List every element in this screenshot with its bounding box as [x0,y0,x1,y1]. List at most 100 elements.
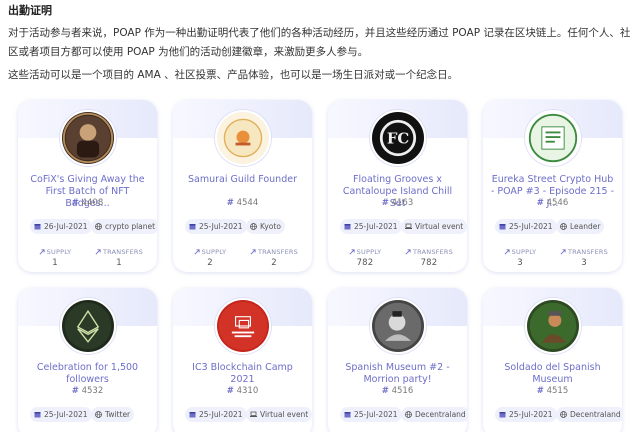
location-chip: Decentraland [401,407,467,422]
poap-badge-image[interactable] [214,110,271,166]
poap-id-value: 4516 [391,386,414,396]
supply-stat: SUPPLY 1 [24,248,86,268]
date-chip: 25-Jul-2021 [495,219,557,234]
transfers-stat: TRANSFERS 1 [88,248,150,268]
date-value: 25-Jul-2021 [354,222,398,231]
location-chip: Virtual event [401,219,467,234]
transfers-value: 2 [271,258,277,268]
poap-card[interactable]: CoFiX's Giving Away the First Batch of N… [18,100,157,272]
supply-icon [349,248,357,256]
poap-card[interactable]: IC3 Blockchain Camp 2021 # 4310 25-Jul-202… [173,288,312,432]
location-chip: Leander [556,219,605,234]
date-chip: 25-Jul-2021 [185,219,247,234]
poap-badge-image[interactable] [524,110,581,166]
article-paragraph-1: 对于活动参与者来说，POAP 作为一种出勤证明代表了他们的各种活动经历，并且这些… [8,27,631,58]
supply-icon [194,248,202,256]
supply-value: 3 [517,258,523,268]
transfers-stat: TRANSFERS 2 [243,248,305,268]
transfers-value: 3 [581,258,587,268]
poap-id-value: 4546 [546,198,569,208]
transfers-icon [95,248,103,256]
poap-id: # 4515 [536,386,569,396]
location-chip: Decentraland [556,407,622,422]
date-value: 25-Jul-2021 [509,410,553,419]
transfers-icon [560,248,568,256]
supply-stat: SUPPLY 782 [334,248,396,268]
supply-icon [504,248,512,256]
supply-label: SUPPLY [46,248,72,256]
transfers-label: TRANSFERS [413,248,453,256]
poap-id: # 4516 [381,386,414,396]
poap-badge-image[interactable] [59,298,116,354]
poap-id: # 4532 [71,386,104,396]
date-value: 25-Jul-2021 [44,410,88,419]
date-value: 25-Jul-2021 [509,222,553,231]
location-value: Virtual event [415,222,464,231]
poap-card[interactable]: Samurai Guild Founder # 4544 25-Jul-2021 Ky… [173,100,312,272]
date-chip: 25-Jul-2021 [30,407,92,422]
poap-badge-image[interactable] [369,298,426,354]
transfers-label: TRANSFERS [258,248,298,256]
supply-stat: SUPPLY 2 [179,248,241,268]
transfers-value: 1 [116,258,122,268]
poap-card[interactable]: FC Floating Grooves x Cantaloupe Island C… [328,100,467,272]
poap-id-value: 4310 [236,386,259,396]
poap-badge-image[interactable] [524,298,581,354]
location-value: Twitter [105,410,131,419]
supply-value: 2 [207,258,213,268]
date-chip: 25-Jul-2021 [340,219,402,234]
location-value: Decentraland [415,410,466,419]
supply-value: 1 [52,258,58,268]
date-value: 25-Jul-2021 [199,410,243,419]
transfers-icon [250,248,258,256]
transfers-stat: TRANSFERS 782 [398,248,460,268]
poap-id: # 4546 [536,198,569,208]
location-value: Kyoto [260,222,281,231]
supply-value: 782 [356,258,374,268]
location-chip: Virtual event [246,407,312,422]
article-heading: 出勤证明 [8,4,52,17]
poap-id-value: 4532 [81,386,104,396]
location-value: crypto planet [105,222,156,231]
poap-title[interactable]: Soldado del Spanish Museum [489,362,616,386]
supply-label: SUPPLY [511,248,537,256]
poap-badge-image[interactable] [59,110,116,166]
date-chip: 25-Jul-2021 [495,407,557,422]
poap-id: # 4163 [381,198,414,208]
location-chip: Twitter [91,407,135,422]
poap-id-value: 4544 [236,198,259,208]
supply-icon [39,248,47,256]
date-chip: 25-Jul-2021 [340,407,402,422]
transfers-label: TRANSFERS [568,248,608,256]
poap-badge-image[interactable]: FC [369,110,426,166]
poap-title[interactable]: Samurai Guild Founder [179,174,306,186]
date-chip: 26-Jul-2021 [30,219,92,234]
location-value: Leander [570,222,601,231]
poap-title[interactable]: Spanish Museum #2 - Morrion party! [334,362,461,386]
date-chip: 25-Jul-2021 [185,407,247,422]
poap-card[interactable]: Eureka Street Crypto Hub - POAP #3 - Epi… [483,100,622,272]
poap-title[interactable]: Celebration for 1,500 followers [24,362,151,386]
poap-card[interactable]: Soldado del Spanish Museum # 4515 25-Jul-2… [483,288,622,432]
location-chip: Kyoto [246,219,285,234]
poap-id: # 4310 [226,386,259,396]
svg-text:FC: FC [386,130,409,148]
date-value: 25-Jul-2021 [199,222,243,231]
poap-id-value: 4163 [391,198,414,208]
article-paragraph-2: 这些活动可以是一个项目的 AMA 、社区投票、产品体验，也可以是一场生日派对或一… [8,69,459,81]
poap-card[interactable]: Spanish Museum #2 - Morrion party! # 4516… [328,288,467,432]
poap-badge-image[interactable] [214,298,271,354]
transfers-icon [405,248,413,256]
poap-id: # 4408 [71,198,104,208]
poap-card[interactable]: Celebration for 1,500 followers # 4532 25-… [18,288,157,432]
supply-label: SUPPLY [201,248,227,256]
poap-title[interactable]: IC3 Blockchain Camp 2021 [179,362,306,386]
date-value: 26-Jul-2021 [44,222,88,231]
location-chip: crypto planet [91,219,157,234]
transfers-value: 782 [420,258,438,268]
poap-id-value: 4515 [546,386,569,396]
poap-id-value: 4408 [81,198,104,208]
location-value: Decentraland [570,410,621,419]
date-value: 25-Jul-2021 [354,410,398,419]
location-value: Virtual event [260,410,309,419]
